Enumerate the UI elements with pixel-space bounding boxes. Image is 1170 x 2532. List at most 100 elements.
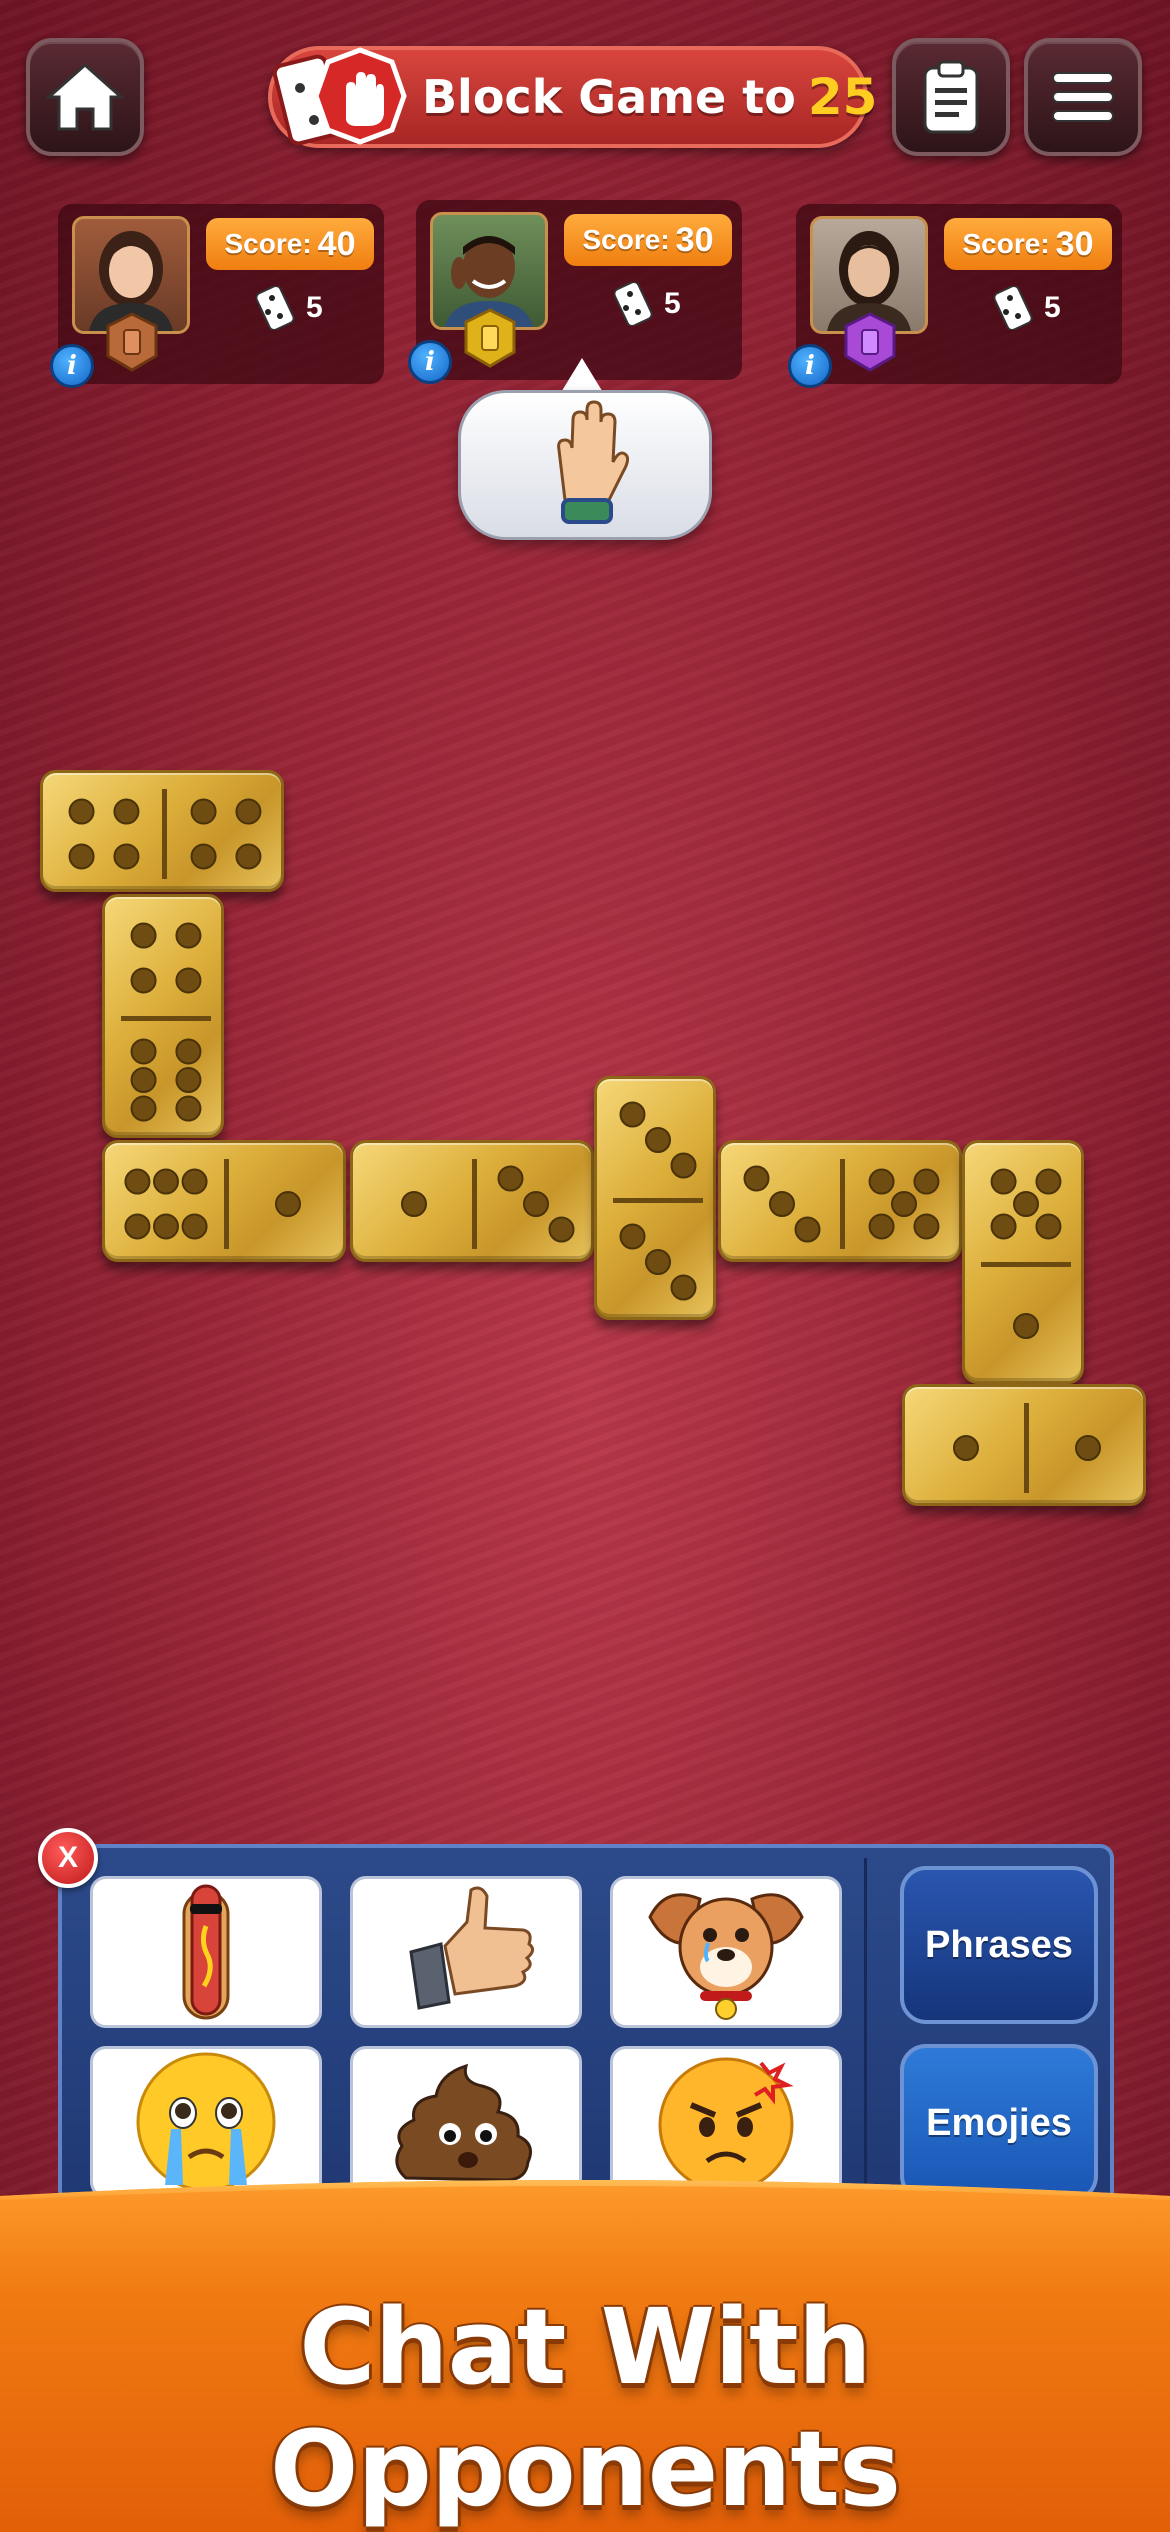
domino-pip — [113, 843, 140, 870]
domino-pip — [670, 1274, 697, 1301]
domino-pip — [235, 798, 262, 825]
tiles-left: 5 — [614, 282, 681, 326]
player-info-button[interactable]: i — [788, 344, 832, 388]
domino-divider — [613, 1198, 703, 1203]
domino-pips — [121, 922, 211, 1122]
menu-button[interactable] — [1024, 38, 1142, 156]
sticker-poop[interactable] — [350, 2046, 582, 2198]
domino-pip — [68, 843, 95, 870]
speech-bubble — [458, 390, 712, 540]
domino-pip — [619, 1101, 646, 1128]
domino-pip — [769, 1191, 795, 1217]
sticker-thumbs-up[interactable] — [350, 1876, 582, 2028]
domino-pip — [645, 1249, 671, 1275]
domino-pip — [175, 967, 202, 994]
domino-pip — [175, 1095, 202, 1122]
rank-badge-icon — [106, 312, 158, 372]
domino-pip — [153, 1213, 179, 1240]
domino-pip — [190, 798, 217, 825]
domino-tile-icon — [994, 286, 1033, 330]
player-info-button[interactable]: i — [50, 344, 94, 388]
player-score: Score: 40 — [206, 218, 374, 270]
domino-pip — [868, 1168, 895, 1195]
domino-divider — [121, 1016, 211, 1021]
domino-pip — [175, 1067, 202, 1093]
angry-face-sticker-icon — [658, 2057, 794, 2193]
domino-pip — [130, 922, 157, 949]
domino-pip — [794, 1216, 821, 1243]
domino-pip — [181, 1168, 208, 1195]
game-mode-banner: Block Game to 25 — [268, 46, 877, 148]
raised-hand-icon — [557, 400, 630, 524]
sticker-crying-face[interactable] — [90, 2046, 322, 2198]
domino-pips — [953, 1403, 1101, 1493]
domino-pip — [990, 1213, 1017, 1240]
scoreboard-button[interactable] — [892, 38, 1010, 156]
target-score: 25 — [807, 68, 878, 126]
domino-tile — [718, 1140, 962, 1262]
domino-tile — [40, 770, 284, 892]
domino-pip — [645, 1127, 671, 1153]
domino-pip — [670, 1152, 697, 1179]
player-info-button[interactable]: i — [408, 340, 452, 384]
domino-tile — [902, 1384, 1146, 1506]
domino-pip — [1075, 1435, 1101, 1461]
domino-pips — [401, 1159, 575, 1249]
rank-badge-icon — [844, 312, 896, 372]
opponent-card-2[interactable]: Score: 30 5 i — [408, 200, 742, 384]
domino-pip — [1013, 1191, 1039, 1217]
player-score: Score: 30 — [564, 214, 732, 266]
domino-pip — [913, 1213, 940, 1240]
sticker-hotdog[interactable] — [90, 1876, 322, 2028]
domino-pip — [153, 1168, 179, 1195]
speech-bubble-tail — [560, 358, 604, 394]
domino-pip — [1035, 1168, 1062, 1195]
domino-pip — [130, 967, 157, 994]
domino-pip — [130, 1067, 157, 1093]
game-mode-title: Block Game to — [422, 70, 796, 124]
rank-badge-icon — [464, 308, 516, 368]
domino-pip — [124, 1213, 151, 1240]
sticker-angry-face[interactable] — [610, 2046, 842, 2198]
domino-pip — [990, 1168, 1017, 1195]
tab-phrases[interactable]: Phrases — [900, 1866, 1098, 2024]
domino-divider — [472, 1159, 477, 1249]
domino-pip — [175, 1038, 202, 1065]
domino-pip — [497, 1165, 524, 1192]
domino-pip — [548, 1216, 575, 1243]
thumbs-up-sticker-icon — [409, 1886, 534, 2010]
domino-pip — [175, 922, 202, 949]
domino-pip — [275, 1191, 301, 1217]
domino-divider — [981, 1262, 1071, 1267]
domino-tile — [962, 1140, 1084, 1384]
domino-pip — [113, 798, 140, 825]
sticker-crying-dog[interactable] — [610, 1876, 842, 2028]
domino-divider — [162, 789, 167, 879]
crying-dog-sticker-icon — [648, 1893, 804, 2020]
domino-tile-icon — [614, 282, 653, 326]
opponent-card-1[interactable]: Score: 40 5 i — [50, 204, 384, 388]
domino-pip — [743, 1165, 770, 1192]
domino-tile — [350, 1140, 594, 1262]
domino-pips — [68, 789, 262, 879]
domino-pip — [130, 1038, 157, 1065]
domino-pip — [868, 1213, 895, 1240]
domino-pip — [619, 1223, 646, 1250]
domino-pips — [743, 1159, 940, 1249]
domino-pip — [124, 1168, 151, 1195]
domino-pip — [235, 843, 262, 870]
stop-hand-icon — [272, 47, 407, 146]
hotdog-sticker-icon — [182, 1884, 230, 2020]
domino-pip — [181, 1213, 208, 1240]
domino-pip — [130, 1095, 157, 1122]
poop-sticker-icon — [395, 2063, 532, 2182]
home-icon — [45, 62, 125, 131]
home-button[interactable] — [26, 38, 144, 156]
domino-tile — [102, 894, 224, 1138]
player-score: Score: 30 — [944, 218, 1112, 270]
tab-emojies[interactable]: Emojies — [900, 2044, 1098, 2202]
close-chat-button[interactable]: X — [38, 1828, 98, 1888]
domino-divider — [1024, 1403, 1029, 1493]
domino-pip — [190, 843, 217, 870]
opponent-card-3[interactable]: Score: 30 5 i — [788, 204, 1122, 388]
